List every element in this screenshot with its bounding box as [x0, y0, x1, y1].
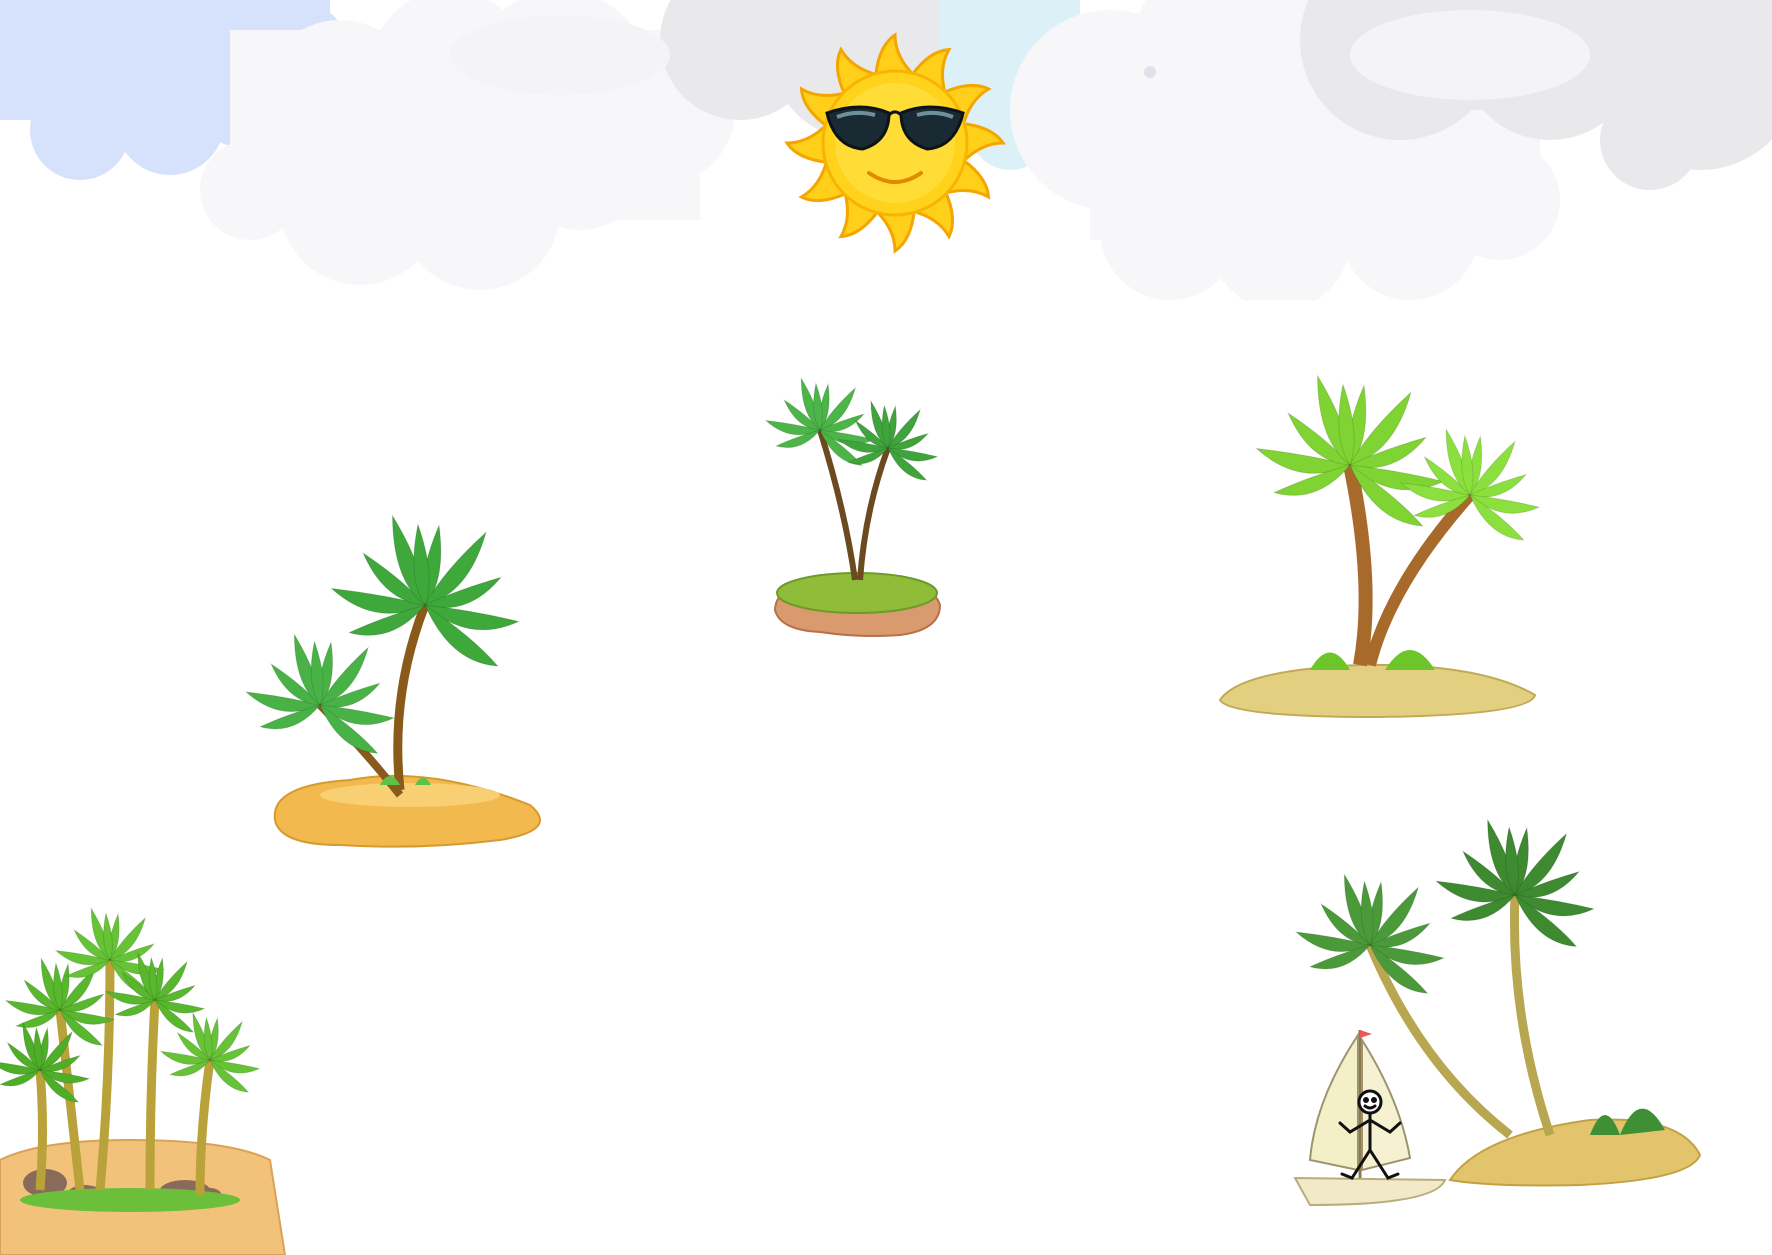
game-scene: [0, 0, 1772, 1255]
small-grass-island-icon: [760, 376, 960, 640]
palm-grove-island-icon: [0, 900, 290, 1255]
sun-with-sunglasses-icon: [780, 28, 1010, 258]
twin-palm-island-icon: [1210, 365, 1560, 725]
sailboat-icon[interactable]: [1290, 1020, 1450, 1215]
palm-island-icon: [240, 495, 570, 850]
